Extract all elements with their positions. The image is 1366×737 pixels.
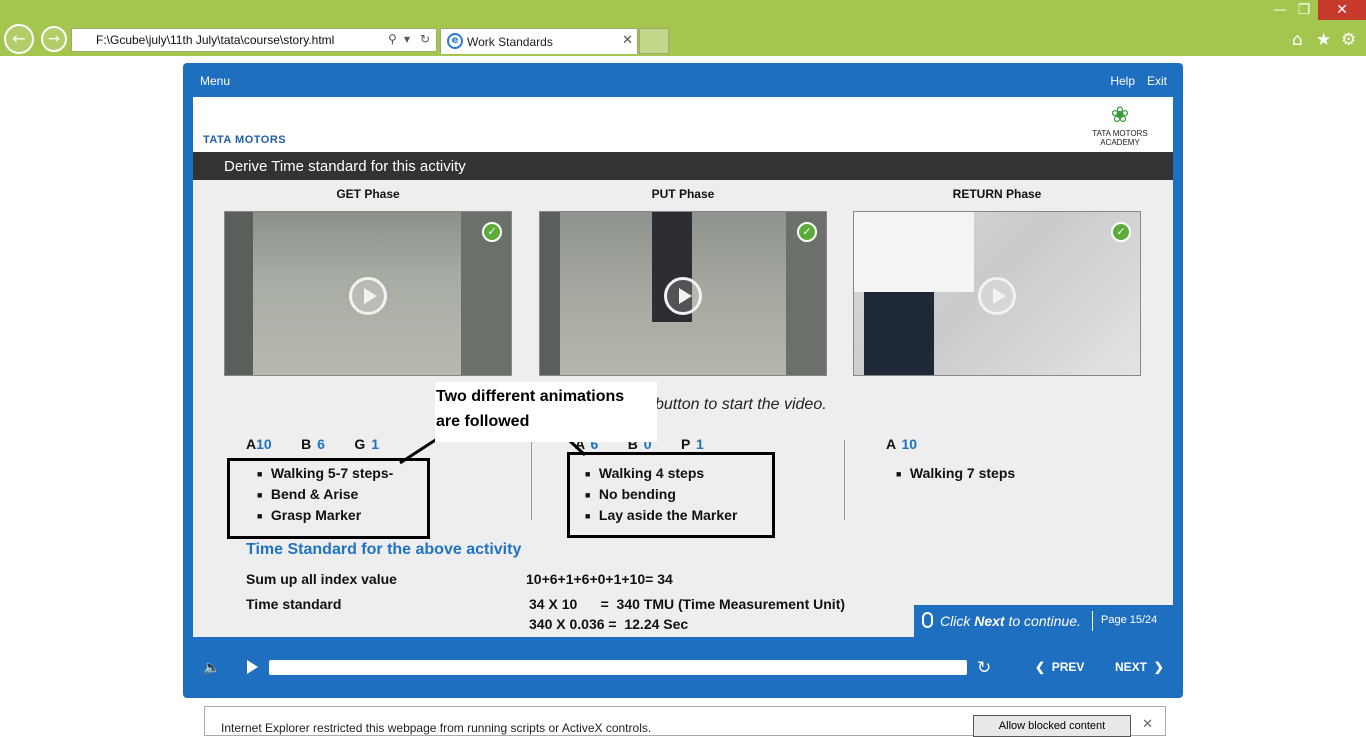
sum-label: Sum up all index value [246,571,397,587]
back-arrow-icon: ← [12,29,26,48]
tab-title: Work Standards [467,35,553,49]
continue-prompt: Click Next to continue. Page 15/24 [914,605,1173,637]
seek-bar[interactable] [269,660,967,675]
allow-blocked-content-button[interactable]: Allow blocked content [973,715,1131,737]
tab-close-icon[interactable]: ✕ [622,33,633,48]
completed-check-icon: ✓ [482,222,502,242]
page-counter: Page 15/24 [1101,614,1158,626]
title-bar: Derive Time standard for this activity [193,152,1173,180]
video-instruction: button to start the video. [655,396,827,413]
return-phase-label: RETURN Phase [952,187,1042,201]
put-phase-video[interactable]: ✓ [539,211,827,376]
sum-value: 10+6+1+6+0+1+10= 34 [526,571,673,587]
browser-tab[interactable]: e Work Standards ✕ [440,28,638,54]
column-divider [531,440,532,520]
favorites-star-icon[interactable]: ★ [1316,30,1331,50]
notification-text: Internet Explorer restricted this webpag… [221,721,652,735]
get-phase-video[interactable]: ✓ [224,211,512,376]
completed-check-icon: ✓ [1111,222,1131,242]
time-standard-tmu: 34 X 10 = 340 TMU (Time Measurement Unit… [529,596,846,612]
callout-text: Two different animations are followed [436,388,625,430]
put-phase-label: PUT Phase [651,187,715,201]
play-icon[interactable] [245,659,259,675]
chevron-left-icon: ❮ [1035,660,1046,674]
refresh-icon[interactable]: ↻ [420,32,430,46]
return-phase-steps: ■ Walking 7 steps [896,463,1015,484]
slide-title: Derive Time standard for this activity [224,158,466,175]
list-item: ■ Walking 7 steps [896,465,1016,481]
minimize-button[interactable]: — [1268,0,1292,20]
get-phase-codes: A10 B 6 G 1 [246,436,379,452]
menu-link[interactable]: Menu [200,74,230,88]
slide-area: TATA MOTORS ❀ TATA MOTORS ACADEMY Derive… [193,97,1173,637]
browser-chrome: ← → F:\Gcube\july\11th July\tata\course\… [0,0,1366,56]
mouse-icon [922,612,933,628]
dropdown-icon[interactable]: ▾ [404,32,410,46]
return-phase-video[interactable]: ✓ [853,211,1141,376]
time-standard-seconds: 340 X 0.036 = 12.24 Sec [529,616,689,632]
column-divider [844,440,845,520]
get-steps-highlight-box [227,458,430,539]
volume-icon[interactable]: 🔈 [203,660,220,676]
back-button[interactable]: ← [4,24,34,54]
continue-text: Click Next to continue. [940,613,1081,629]
get-phase-label: GET Phase [336,187,400,201]
tree-logo-icon: ❀ [1110,103,1130,128]
tata-motors-academy-logo: ❀ TATA MOTORS ACADEMY [1075,103,1165,147]
address-text[interactable]: F:\Gcube\july\11th July\tata\course\stor… [96,33,334,47]
window-close-button[interactable]: ✕ [1318,0,1366,20]
chevron-right-icon: ❯ [1153,660,1164,674]
replay-icon[interactable]: ↻ [977,658,991,678]
prev-button[interactable]: ❮ PREV [1035,660,1084,674]
completed-check-icon: ✓ [797,222,817,242]
slide-header: TATA MOTORS ❀ TATA MOTORS ACADEMY [193,97,1173,152]
search-icon[interactable]: ⚲ [388,32,397,46]
settings-gear-icon[interactable]: ⚙ [1341,30,1356,50]
new-tab-button[interactable] [639,28,669,54]
play-video-icon[interactable] [664,277,702,315]
time-standard-label: Time standard [246,596,342,612]
forward-arrow-icon: → [48,31,60,47]
exit-link[interactable]: Exit [1147,74,1167,88]
put-steps-highlight-box [567,452,775,538]
home-icon[interactable]: ⌂ [1292,30,1303,50]
ie-icon: e [447,33,463,49]
close-icon[interactable]: ✕ [1142,717,1153,732]
play-video-icon[interactable] [978,277,1016,315]
academy-logo-text: TATA MOTORS ACADEMY [1092,129,1148,147]
return-phase-codes: A 10 [886,436,918,452]
address-bar[interactable]: F:\Gcube\july\11th July\tata\course\stor… [71,28,437,52]
notification-bar: Internet Explorer restricted this webpag… [204,706,1166,737]
annotation-callout: Two different animations are followed [435,382,657,442]
play-video-icon[interactable] [349,277,387,315]
time-standard-heading: Time Standard for the above activity [246,541,522,558]
separator [1092,611,1093,631]
forward-button[interactable]: → [41,26,67,52]
tata-motors-logo: TATA MOTORS [203,134,287,146]
next-button[interactable]: NEXT ❯ [1115,660,1164,674]
help-link[interactable]: Help [1110,74,1135,88]
course-player: Menu Help Exit TATA MOTORS ❀ TATA MOTORS… [183,63,1183,698]
restore-button[interactable]: ❐ [1292,0,1316,20]
